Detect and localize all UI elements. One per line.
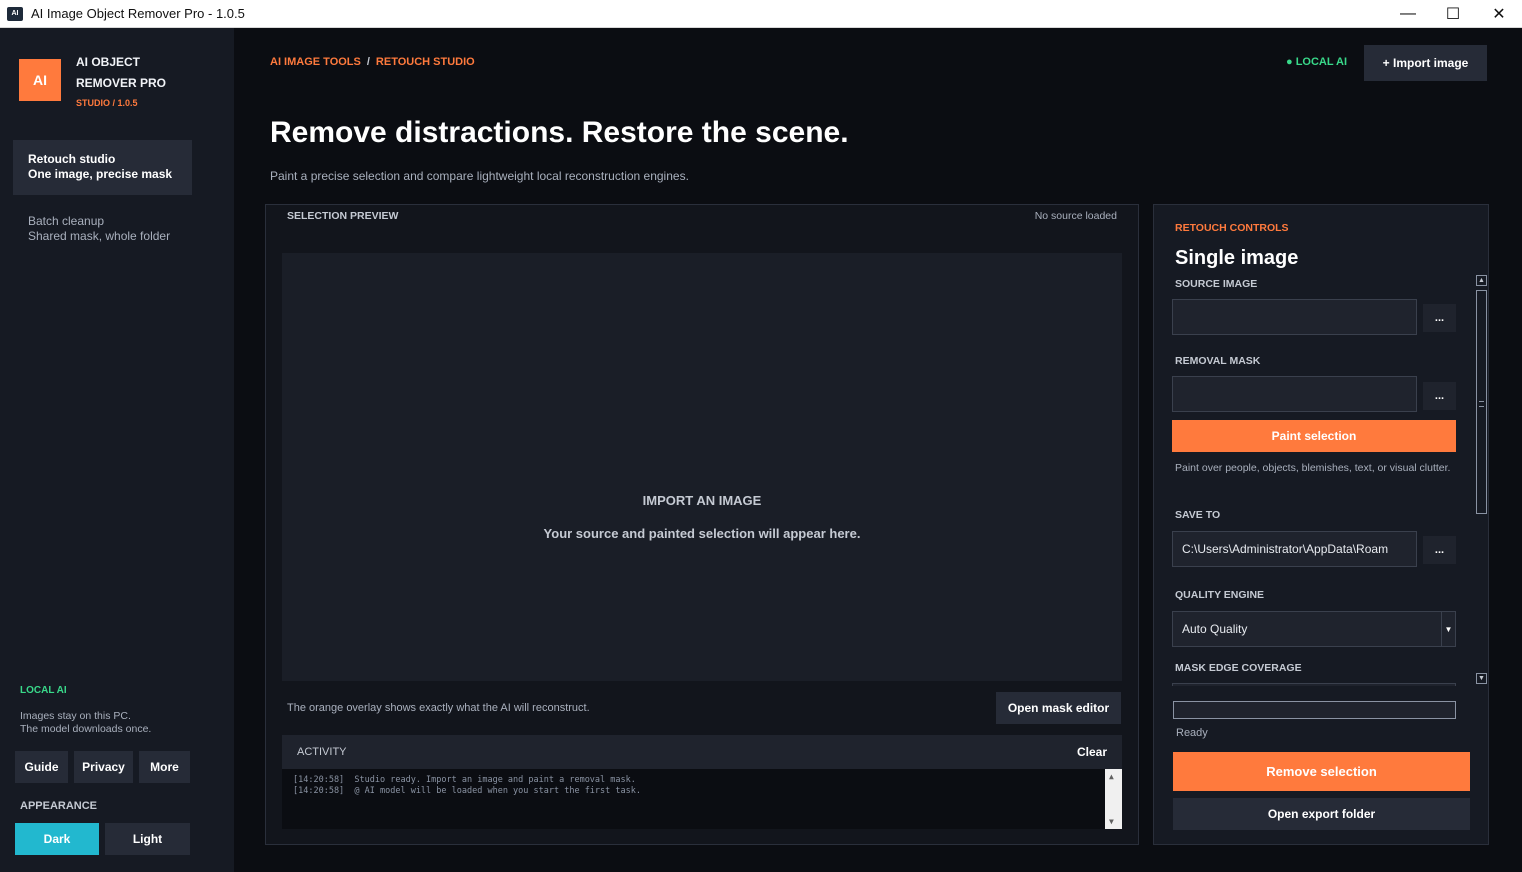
- page-subtitle: Paint a precise selection and compare li…: [270, 169, 689, 183]
- appearance-label: APPEARANCE: [20, 800, 98, 812]
- source-image-field[interactable]: [1172, 299, 1417, 335]
- logo: AI: [19, 59, 61, 101]
- open-mask-editor-button[interactable]: Open mask editor: [996, 692, 1121, 724]
- status-text: Ready: [1176, 727, 1208, 739]
- clear-log-button[interactable]: Clear: [1077, 745, 1107, 759]
- source-status: No source loaded: [1034, 210, 1117, 222]
- local-ai-line-1: Images stay on this PC.: [20, 710, 131, 722]
- dark-theme-button[interactable]: Dark: [15, 823, 99, 855]
- paint-selection-button[interactable]: Paint selection: [1172, 420, 1456, 452]
- window-titlebar: AI AI Image Object Remover Pro - 1.0.5 —…: [0, 0, 1522, 28]
- selection-preview-panel: SELECTION PREVIEW No source loaded IMPOR…: [265, 204, 1139, 845]
- privacy-button[interactable]: Privacy: [74, 751, 133, 783]
- page-title: Remove distractions. Restore the scene.: [270, 116, 849, 149]
- controls-title: Single image: [1175, 247, 1299, 269]
- brand-line-1: AI OBJECT: [76, 55, 141, 69]
- removal-mask-label: REMOVAL MASK: [1175, 355, 1261, 367]
- browse-mask-button[interactable]: ...: [1423, 382, 1456, 410]
- local-ai-line-2: The model downloads once.: [20, 723, 152, 735]
- grip-icon: [1479, 401, 1484, 407]
- progress-bar: [1173, 701, 1456, 719]
- log-scrollbar[interactable]: ▲ ▼: [1105, 769, 1122, 829]
- sidebar-item-batch-cleanup[interactable]: Batch cleanup Shared mask, whole folder: [13, 202, 192, 256]
- nav-subtitle: One image, precise mask: [28, 167, 173, 181]
- breadcrumb-separator: /: [366, 56, 370, 68]
- activity-title: ACTIVITY: [297, 746, 347, 758]
- maximize-icon[interactable]: ☐: [1430, 0, 1476, 28]
- browse-save-button[interactable]: ...: [1423, 536, 1456, 564]
- brand-line-2: REMOVER PRO: [76, 76, 167, 90]
- open-export-folder-button[interactable]: Open export folder: [1173, 798, 1470, 830]
- save-to-field[interactable]: C:\Users\Administrator\AppData\Roam: [1172, 531, 1417, 567]
- browse-source-button[interactable]: ...: [1423, 304, 1456, 332]
- log-line: [14:20:58] Studio ready. Import an image…: [293, 775, 636, 785]
- remove-selection-button[interactable]: Remove selection: [1173, 752, 1470, 791]
- local-ai-badge: ● LOCAL AI: [1286, 56, 1348, 68]
- retouch-controls-panel: RETOUCH CONTROLS Single image SOURCE IMA…: [1153, 204, 1489, 845]
- scroll-up-icon[interactable]: ▲: [1476, 275, 1487, 286]
- import-image-button[interactable]: + Import image: [1364, 45, 1487, 81]
- sidebar: AI AI OBJECT REMOVER PRO STUDIO / 1.0.5 …: [0, 28, 234, 872]
- breadcrumb: AI IMAGE TOOLS / RETOUCH STUDIO: [270, 56, 475, 68]
- quality-engine-select[interactable]: Auto Quality ▼: [1172, 611, 1456, 647]
- sidebar-item-retouch-studio[interactable]: Retouch studio One image, precise mask: [13, 140, 192, 195]
- removal-mask-field[interactable]: [1172, 376, 1417, 412]
- local-ai-heading: LOCAL AI: [20, 685, 67, 696]
- more-button[interactable]: More: [139, 751, 190, 783]
- brand-version: STUDIO / 1.0.5: [76, 98, 138, 108]
- source-image-label: SOURCE IMAGE: [1175, 278, 1258, 290]
- selection-preview-label: SELECTION PREVIEW: [287, 210, 399, 222]
- activity-header: ACTIVITY Clear: [282, 735, 1122, 769]
- quality-engine-label: QUALITY ENGINE: [1175, 589, 1265, 601]
- activity-log[interactable]: [14:20:58] Studio ready. Import an image…: [282, 769, 1122, 829]
- action-zone: Ready Remove selection Open export folde…: [1155, 686, 1488, 844]
- quality-engine-value: Auto Quality: [1182, 622, 1248, 636]
- local-ai-description: Images stay on this PC. The model downlo…: [20, 710, 220, 736]
- overlay-hint: The orange overlay shows exactly what th…: [287, 702, 590, 714]
- controls-kicker: RETOUCH CONTROLS: [1175, 222, 1289, 234]
- guide-button[interactable]: Guide: [15, 751, 68, 783]
- nav-subtitle: Shared mask, whole folder: [28, 229, 171, 243]
- light-theme-button[interactable]: Light: [105, 823, 190, 855]
- scroll-down-icon[interactable]: ▼: [1109, 816, 1114, 827]
- nav-title: Retouch studio: [28, 152, 116, 166]
- mask-edge-coverage-label: MASK EDGE COVERAGE: [1175, 662, 1302, 674]
- empty-state-title: IMPORT AN IMAGE: [642, 493, 762, 508]
- paint-hint: Paint over people, objects, blemishes, t…: [1175, 462, 1451, 474]
- chevron-down-icon[interactable]: ▼: [1441, 612, 1455, 646]
- nav-title: Batch cleanup: [28, 214, 105, 228]
- save-to-label: SAVE TO: [1175, 509, 1221, 521]
- window-title: AI Image Object Remover Pro - 1.0.5: [31, 6, 245, 21]
- brand-name: AI OBJECT REMOVER PRO: [76, 52, 186, 94]
- image-canvas[interactable]: IMPORT AN IMAGE Your source and painted …: [282, 253, 1122, 681]
- minimize-icon[interactable]: —: [1385, 0, 1431, 28]
- scroll-up-icon[interactable]: ▲: [1109, 771, 1114, 782]
- log-line: [14:20:58] @ AI model will be loaded whe…: [293, 786, 641, 796]
- breadcrumb-ai-image-tools[interactable]: AI IMAGE TOOLS: [270, 56, 361, 68]
- scrollbar-thumb[interactable]: [1476, 290, 1487, 514]
- app-icon: AI: [7, 6, 23, 21]
- scroll-down-icon[interactable]: ▼: [1476, 673, 1487, 684]
- close-icon[interactable]: ✕: [1476, 0, 1522, 28]
- controls-scrollbar[interactable]: ▲ ▼: [1475, 275, 1488, 687]
- breadcrumb-retouch-studio: RETOUCH STUDIO: [375, 56, 475, 68]
- empty-state-subtitle: Your source and painted selection will a…: [543, 526, 861, 541]
